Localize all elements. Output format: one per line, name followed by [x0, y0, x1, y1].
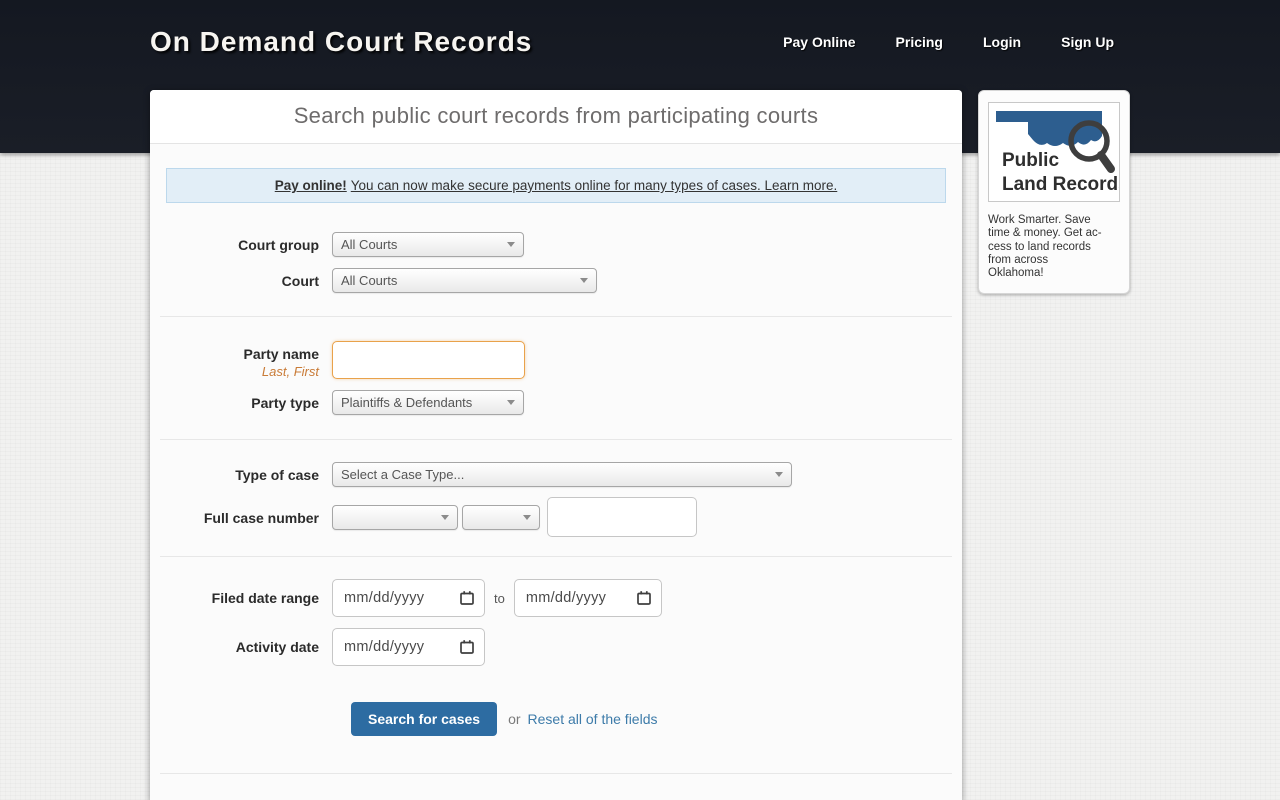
filed-date-to-input[interactable]: mm/dd/yyyy: [514, 579, 662, 617]
description-line: cess to land records: [988, 241, 1120, 254]
public-land-records-logo-art: Public Land Records: [989, 103, 1119, 201]
search-form: Pay online! You can now make secure payme…: [150, 144, 962, 800]
date-range-joiner: to: [494, 591, 505, 606]
filed-date-from-placeholder: mm/dd/yyyy: [344, 590, 424, 606]
case-type-value: Select a Case Type...: [341, 467, 464, 482]
party-type-select[interactable]: Plaintiffs & Defendants: [332, 390, 524, 415]
chevron-down-icon: [775, 472, 783, 477]
party-type-value: Plaintiffs & Defendants: [341, 395, 472, 410]
description-line: Oklahoma!: [988, 267, 1120, 280]
section-divider: [160, 556, 952, 557]
actions-or-text: or: [508, 711, 520, 727]
calendar-icon[interactable]: [459, 639, 475, 655]
public-land-records-logo[interactable]: Public Land Records: [988, 102, 1120, 202]
site-logo[interactable]: On Demand Court Records: [150, 26, 743, 58]
nav-pay-online[interactable]: Pay Online: [783, 34, 855, 50]
page-title: Search public court records from partici…: [150, 90, 962, 144]
party-type-label: Party type: [166, 395, 332, 411]
activity-date-input[interactable]: mm/dd/yyyy: [332, 628, 485, 666]
court-group-value: All Courts: [341, 237, 397, 252]
chevron-down-icon: [580, 278, 588, 283]
site-header: On Demand Court Records Pay Online Prici…: [150, 0, 1130, 64]
chevron-down-icon: [441, 515, 449, 520]
court-value: All Courts: [341, 273, 397, 288]
court-group-label: Court group: [166, 237, 332, 253]
activity-date-placeholder: mm/dd/yyyy: [344, 639, 424, 655]
pay-online-banner-lead: Pay online!: [275, 178, 347, 193]
chevron-down-icon: [507, 400, 515, 405]
case-number-label: Full case number: [166, 510, 332, 526]
top-nav: Pay Online Pricing Login Sign Up: [743, 34, 1114, 50]
public-land-records-description: Work Smarter. Save time & money. Get ac-…: [988, 214, 1120, 280]
logo-word-land-records: Land Records: [1002, 174, 1119, 195]
filed-date-range-label: Filed date range: [166, 590, 332, 606]
case-number-year-select[interactable]: [332, 505, 458, 530]
nav-login[interactable]: Login: [983, 34, 1021, 50]
party-name-hint: Last, First: [166, 364, 319, 379]
pay-online-banner-text: You can now make secure payments online …: [351, 178, 838, 193]
reset-fields-link[interactable]: Reset all of the fields: [528, 711, 658, 727]
party-name-label: Party name: [166, 346, 319, 362]
bottom-spacer: [166, 774, 946, 800]
section-divider: [160, 439, 952, 440]
case-number-input[interactable]: [547, 497, 697, 537]
logo-word-public: Public: [1002, 150, 1059, 171]
court-group-select[interactable]: All Courts: [332, 232, 524, 257]
chevron-down-icon: [507, 242, 515, 247]
party-name-input[interactable]: [332, 341, 525, 379]
description-line: Work Smarter. Save: [988, 214, 1120, 227]
search-panel: Search public court records from partici…: [150, 90, 962, 800]
filed-date-from-input[interactable]: mm/dd/yyyy: [332, 579, 485, 617]
oklahoma-map-icon: [996, 111, 1102, 146]
filed-date-to-placeholder: mm/dd/yyyy: [526, 590, 606, 606]
search-for-cases-button[interactable]: Search for cases: [351, 702, 497, 736]
case-type-label: Type of case: [166, 467, 332, 483]
court-select[interactable]: All Courts: [332, 268, 597, 293]
party-name-label-block: Party name Last, First: [166, 341, 332, 379]
section-divider: [160, 316, 952, 317]
court-label: Court: [166, 273, 332, 289]
description-line: time & money. Get ac-: [988, 227, 1120, 240]
calendar-icon[interactable]: [459, 590, 475, 606]
activity-date-label: Activity date: [166, 639, 332, 655]
case-type-select[interactable]: Select a Case Type...: [332, 462, 792, 487]
description-line: from across: [988, 254, 1120, 267]
case-number-type-select[interactable]: [462, 505, 540, 530]
pay-online-banner[interactable]: Pay online! You can now make secure payme…: [166, 168, 946, 203]
chevron-down-icon: [523, 515, 531, 520]
public-land-records-widget: Public Land Records Work Smarter. Save t…: [978, 90, 1130, 294]
nav-sign-up[interactable]: Sign Up: [1061, 34, 1114, 50]
nav-pricing[interactable]: Pricing: [896, 34, 943, 50]
calendar-icon[interactable]: [636, 590, 652, 606]
